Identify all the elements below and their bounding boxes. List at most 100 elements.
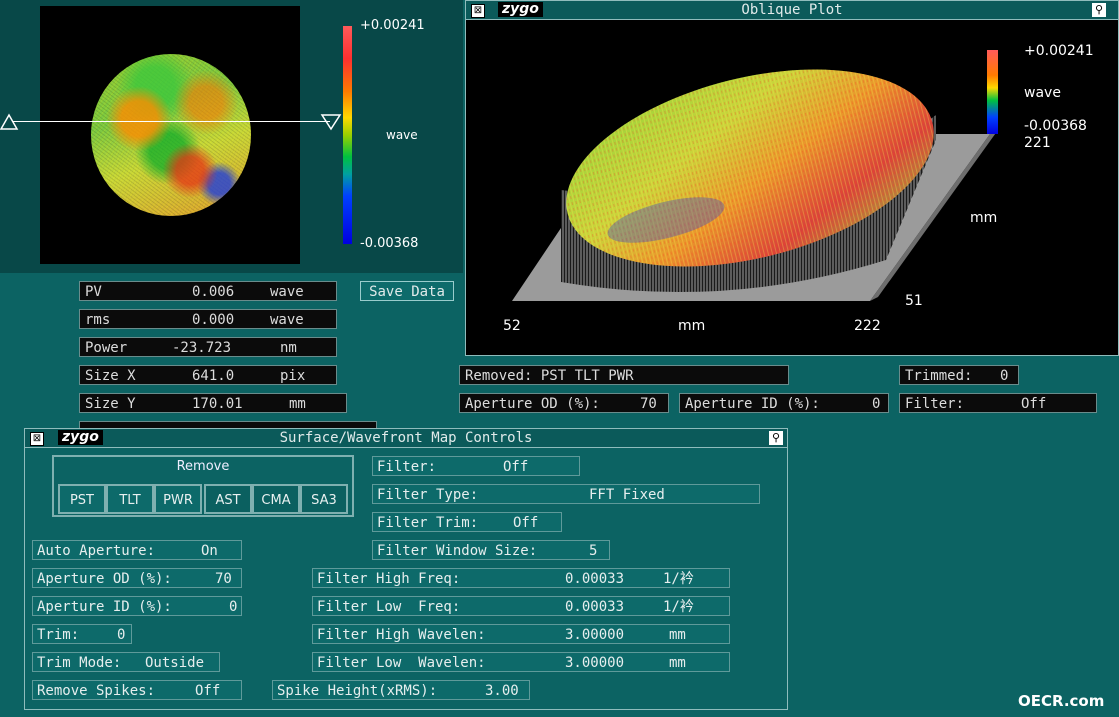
filter-high-wavelen-label: Filter High Wavelen:	[317, 627, 486, 643]
axis-x-unit: mm	[678, 318, 706, 334]
oblique-scale-max: +0.00241	[1024, 43, 1094, 59]
axis-y-unit: mm	[970, 210, 998, 226]
trim-mode-field[interactable]: Trim Mode: Outside	[32, 652, 220, 672]
filter-window-value: 5	[589, 543, 598, 559]
removed-field: Removed: PST TLT PWR	[459, 365, 789, 385]
filter-type-value: FFT Fixed	[589, 487, 665, 503]
filter-high-wavelen-unit: mm	[669, 627, 686, 643]
remove-pwr-button[interactable]: PWR	[154, 484, 202, 514]
size-y-value: 170.01	[192, 396, 243, 412]
filter-trim-value: Off	[513, 515, 539, 531]
filter-low-freq-unit: 1/衿	[663, 599, 694, 615]
oblique-title: Oblique Plot	[741, 2, 843, 18]
spike-height-label: Spike Height(xRMS):	[277, 683, 438, 699]
remove-spikes-value: Off	[195, 683, 221, 699]
auto-aperture-label: Auto Aperture:	[37, 543, 156, 559]
power-unit: nm	[280, 340, 297, 356]
filter-high-freq-label: Filter High Freq:	[317, 571, 461, 587]
remove-spikes-field[interactable]: Remove Spikes: Off	[32, 680, 242, 700]
filter-high-freq-field[interactable]: Filter High Freq: 0.00033 1/衿	[312, 568, 730, 588]
filter-low-wavelen-unit: mm	[669, 655, 686, 671]
controls-close-icon[interactable]: ⊠	[30, 432, 44, 446]
rms-field: rms 0.000 wave	[79, 309, 337, 329]
status-aperture-od-field: Aperture OD (%): 70	[459, 393, 669, 413]
filter-type-label: Filter Type:	[377, 487, 479, 503]
filter-low-wavelen-value: 3.00000	[565, 655, 625, 671]
filter-trim-field[interactable]: Filter Trim: Off	[372, 512, 562, 532]
filter-high-wavelen-field[interactable]: Filter High Wavelen: 3.00000 mm	[312, 624, 730, 644]
aperture-od-label: Aperture OD (%):	[37, 571, 172, 587]
scale-min-label: -0.00368	[360, 236, 419, 251]
remove-sa3-button[interactable]: SA3	[300, 484, 348, 514]
remove-group: Remove PST TLT PWR AST CMA SA3	[52, 455, 354, 517]
auto-aperture-value: On	[201, 543, 218, 559]
scale-max-label: +0.00241	[360, 18, 425, 33]
save-data-button[interactable]: Save Data	[360, 281, 454, 301]
filter-low-freq-value: 0.00033	[565, 599, 625, 615]
controls-title: Surface/Wavefront Map Controls	[279, 430, 533, 446]
aperture-id-value: 0	[229, 599, 238, 615]
spike-height-value: 3.00	[485, 683, 519, 699]
trim-mode-value: Outside	[145, 655, 205, 671]
spike-height-field[interactable]: Spike Height(xRMS): 3.00	[272, 680, 530, 700]
status-filter-value: Off	[1021, 396, 1047, 412]
oblique-titlebar[interactable]: Oblique Plot	[466, 1, 1118, 20]
trim-label: Trim:	[37, 627, 80, 643]
controls-pin-icon[interactable]: ⚲	[769, 431, 783, 445]
remove-tlt-button[interactable]: TLT	[106, 484, 154, 514]
trim-field[interactable]: Trim: 0	[32, 624, 132, 644]
status-filter-field: Filter: Off	[899, 393, 1097, 413]
filter-high-freq-value: 0.00033	[565, 571, 625, 587]
size-x-value: 641.0	[192, 368, 235, 384]
pv-label: PV	[85, 284, 102, 300]
profile-start-marker-icon[interactable]	[0, 113, 20, 131]
surface-map-view[interactable]	[40, 6, 300, 264]
filter-window-field[interactable]: Filter Window Size: 5	[372, 540, 610, 560]
filter-label: Filter:	[377, 459, 437, 475]
oblique-scale-unit: wave	[1024, 85, 1061, 101]
remove-ast-button[interactable]: AST	[204, 484, 252, 514]
filter-low-freq-field[interactable]: Filter Low Freq: 0.00033 1/衿	[312, 596, 730, 616]
oblique-scale-min: -0.00368	[1024, 118, 1087, 134]
profile-end-marker-icon[interactable]	[320, 113, 342, 131]
controls-titlebar[interactable]: Surface/Wavefront Map Controls	[25, 429, 787, 448]
aperture-od-field[interactable]: Aperture OD (%): 70	[32, 568, 242, 588]
remove-group-title: Remove	[176, 459, 230, 474]
status-filter-label: Filter:	[905, 396, 965, 412]
filter-high-freq-unit: 1/衿	[663, 571, 694, 587]
axis-x-min: 52	[503, 318, 521, 334]
scale-unit-label: wave	[386, 128, 418, 142]
status-aperture-od-value: 70	[640, 396, 657, 412]
size-y-unit: mm	[289, 396, 306, 412]
oblique-pin-icon[interactable]: ⚲	[1092, 3, 1106, 17]
size-x-field: Size X 641.0 pix	[79, 365, 337, 385]
rms-label: rms	[85, 312, 111, 328]
remove-pst-button[interactable]: PST	[58, 484, 106, 514]
filter-low-freq-label: Filter Low Freq:	[317, 599, 461, 615]
filter-type-field[interactable]: Filter Type: FFT Fixed	[372, 484, 760, 504]
oblique-3d-plot[interactable]	[466, 20, 1118, 356]
pv-unit: wave	[270, 284, 304, 300]
watermark: OECR.com	[1018, 692, 1105, 710]
auto-aperture-field[interactable]: Auto Aperture: On	[32, 540, 242, 560]
pv-value: 0.006	[192, 284, 235, 300]
remove-cma-button[interactable]: CMA	[252, 484, 300, 514]
trimmed-field: Trimmed: 0	[899, 365, 1019, 385]
trimmed-value: 0	[1000, 368, 1009, 384]
oblique-close-icon[interactable]: ⊠	[471, 4, 485, 18]
status-aperture-od-label: Aperture OD (%):	[465, 396, 600, 412]
profile-line[interactable]	[12, 121, 330, 122]
color-scale-bar	[343, 26, 352, 244]
trimmed-label: Trimmed:	[905, 368, 973, 384]
rms-value: 0.000	[192, 312, 235, 328]
power-label: Power	[85, 340, 128, 356]
filter-field[interactable]: Filter: Off	[372, 456, 580, 476]
aperture-id-label: Aperture ID (%):	[37, 599, 172, 615]
size-x-unit: pix	[280, 368, 306, 384]
map-panel: +0.00241 wave -0.00368	[0, 0, 463, 273]
trim-value: 0	[117, 627, 126, 643]
status-aperture-id-value: 0	[872, 396, 881, 412]
aperture-id-field[interactable]: Aperture ID (%): 0	[32, 596, 242, 616]
filter-trim-label: Filter Trim:	[377, 515, 479, 531]
filter-low-wavelen-field[interactable]: Filter Low Wavelen: 3.00000 mm	[312, 652, 730, 672]
